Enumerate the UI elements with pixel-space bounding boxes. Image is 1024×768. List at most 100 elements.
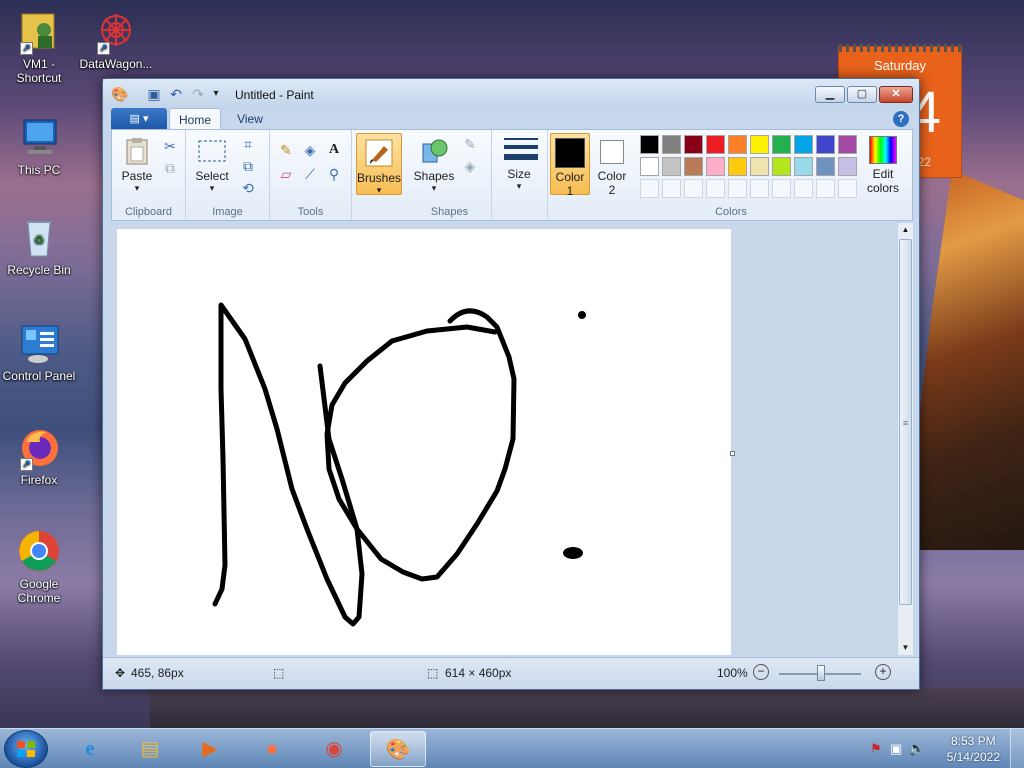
taskbar-paint[interactable]: 🎨 — [370, 731, 426, 767]
palette-swatch[interactable] — [728, 135, 747, 154]
close-button[interactable]: ✕ — [879, 86, 913, 103]
pencil-icon[interactable]: ✎ — [276, 140, 296, 160]
palette-swatch[interactable] — [750, 135, 769, 154]
undo-icon[interactable]: ↶ — [167, 85, 185, 103]
edit-colors-button[interactable]: Edit colors — [858, 136, 908, 195]
taskbar-file-explorer[interactable]: ▤ — [122, 731, 178, 767]
color-picker-icon[interactable]: ⟋ — [300, 164, 320, 184]
file-menu-button[interactable]: ▤ ▾ — [111, 108, 167, 130]
desktop-icon-label: Shortcut — [16, 71, 62, 85]
color1-button[interactable]: Color 1 — [550, 133, 590, 198]
taskbar-firefox[interactable]: ● — [244, 731, 300, 767]
size-button[interactable]: Size ▾ — [498, 134, 540, 192]
paste-button[interactable]: Paste ▾ — [118, 136, 156, 194]
palette-swatch[interactable] — [838, 135, 857, 154]
select-button[interactable]: Select ▾ — [192, 136, 232, 194]
minimize-button[interactable]: ▁ — [815, 86, 845, 103]
show-desktop-button[interactable] — [1010, 729, 1024, 768]
canvas-resize-handle[interactable] — [730, 451, 735, 456]
tab-view[interactable]: View — [227, 108, 273, 130]
desktop-icon-firefox[interactable]: ↗ Firefox — [1, 424, 77, 487]
palette-swatch[interactable] — [816, 157, 835, 176]
taskbar-internet-explorer[interactable]: e — [62, 731, 118, 767]
palette-empty-slot[interactable] — [750, 179, 769, 198]
start-button[interactable] — [4, 730, 48, 768]
volume-icon[interactable]: 🔈 — [908, 740, 925, 757]
status-bar: ✥ 465, 86px ⬚ ⬚ 614 × 460px 100% − + — [103, 657, 919, 689]
canvas-size-icon: ⬚ — [427, 666, 439, 680]
scroll-thumb[interactable]: ≡ — [899, 239, 912, 605]
palette-empty-slot[interactable] — [838, 179, 857, 198]
palette-empty-slot[interactable] — [794, 179, 813, 198]
help-icon[interactable]: ? — [893, 111, 909, 127]
brushes-button[interactable]: Brushes ▾ — [356, 133, 402, 195]
shortcut-arrow-icon: ↗ — [20, 458, 33, 471]
palette-swatch[interactable] — [794, 135, 813, 154]
palette-swatch[interactable] — [750, 157, 769, 176]
desktop-icon-google-chrome[interactable]: Google Chrome — [1, 528, 77, 605]
palette-swatch[interactable] — [838, 157, 857, 176]
zoom-slider-thumb[interactable] — [817, 665, 825, 681]
rotate-icon[interactable]: ⟲ — [238, 178, 258, 198]
zoom-in-button[interactable]: + — [875, 664, 891, 680]
redo-icon[interactable]: ↷ — [189, 85, 207, 103]
title-bar[interactable]: 🎨 ▣ ↶ ↷ ▾ Untitled - Paint ▁ ▢ ✕ — [103, 79, 919, 109]
palette-empty-slot[interactable] — [684, 179, 703, 198]
copy-icon[interactable]: ⧉ — [160, 158, 180, 178]
palette-swatch[interactable] — [640, 135, 659, 154]
scroll-up-icon[interactable]: ▲ — [898, 223, 913, 237]
palette-swatch[interactable] — [662, 135, 681, 154]
desktop-icon-recycle-bin[interactable]: ♻ Recycle Bin — [1, 214, 77, 277]
network-icon[interactable]: ▣ — [890, 741, 902, 757]
resize-icon[interactable]: ⧉ — [238, 156, 258, 176]
taskbar-chrome[interactable]: ◉ — [306, 731, 362, 767]
text-icon[interactable]: A — [324, 140, 344, 160]
drawing-canvas[interactable] — [117, 229, 731, 655]
tab-home[interactable]: Home — [169, 108, 221, 130]
desktop-icon-vm1-shortcut[interactable]: ↗ VM1 - Shortcut — [1, 8, 77, 85]
select-dropdown-icon[interactable]: ▾ — [192, 183, 232, 194]
palette-swatch[interactable] — [706, 135, 725, 154]
palette-swatch[interactable] — [816, 135, 835, 154]
desktop-icon-control-panel[interactable]: Control Panel — [1, 320, 77, 383]
palette-swatch[interactable] — [662, 157, 681, 176]
paint-window[interactable]: 🎨 ▣ ↶ ↷ ▾ Untitled - Paint ▁ ▢ ✕ ▤ ▾ Hom… — [102, 78, 920, 690]
palette-empty-slot[interactable] — [772, 179, 791, 198]
scroll-down-icon[interactable]: ▼ — [898, 641, 913, 655]
palette-swatch[interactable] — [684, 157, 703, 176]
outline-icon[interactable]: ✎ — [460, 134, 480, 154]
desktop-icon-this-pc[interactable]: This PC — [1, 114, 77, 177]
paint-app-icon[interactable]: 🎨 — [111, 85, 129, 103]
customize-toolbar-icon[interactable]: ▾ — [207, 85, 225, 103]
palette-empty-slot[interactable] — [728, 179, 747, 198]
palette-swatch[interactable] — [706, 157, 725, 176]
desktop-icon-datawagon[interactable]: ↗ DataWagon... — [78, 8, 154, 71]
palette-empty-slot[interactable] — [640, 179, 659, 198]
palette-swatch[interactable] — [640, 157, 659, 176]
magnifier-icon[interactable]: ⚲ — [324, 164, 344, 184]
eraser-icon[interactable]: ▱ — [276, 164, 296, 184]
vertical-scrollbar[interactable]: ▲ ≡ ▼ — [897, 223, 913, 655]
palette-empty-slot[interactable] — [662, 179, 681, 198]
palette-swatch[interactable] — [684, 135, 703, 154]
fill-icon[interactable]: ◈ — [300, 140, 320, 160]
paste-dropdown-icon[interactable]: ▾ — [118, 183, 156, 194]
taskbar-media-player[interactable]: ▶ — [182, 731, 238, 767]
shape-fill-icon[interactable]: ◈ — [460, 156, 480, 176]
palette-empty-slot[interactable] — [706, 179, 725, 198]
shapes-button[interactable]: Shapes ▾ — [412, 136, 456, 194]
palette-swatch[interactable] — [728, 157, 747, 176]
maximize-button[interactable]: ▢ — [847, 86, 877, 103]
crop-icon[interactable]: ⌗ — [238, 134, 258, 154]
clock[interactable]: 8:53 PM 5/14/2022 — [947, 733, 1000, 765]
action-center-flag-icon[interactable]: ⚑ — [870, 741, 882, 757]
palette-empty-slot[interactable] — [816, 179, 835, 198]
zoom-out-button[interactable]: − — [753, 664, 769, 680]
palette-swatch[interactable] — [772, 135, 791, 154]
palette-swatch[interactable] — [772, 157, 791, 176]
cut-icon[interactable]: ✂ — [160, 136, 180, 156]
color2-button[interactable]: Color 2 — [592, 133, 632, 197]
save-icon[interactable]: ▣ — [145, 85, 163, 103]
palette-swatch[interactable] — [794, 157, 813, 176]
shapes-dropdown-icon[interactable]: ▾ — [412, 183, 456, 194]
